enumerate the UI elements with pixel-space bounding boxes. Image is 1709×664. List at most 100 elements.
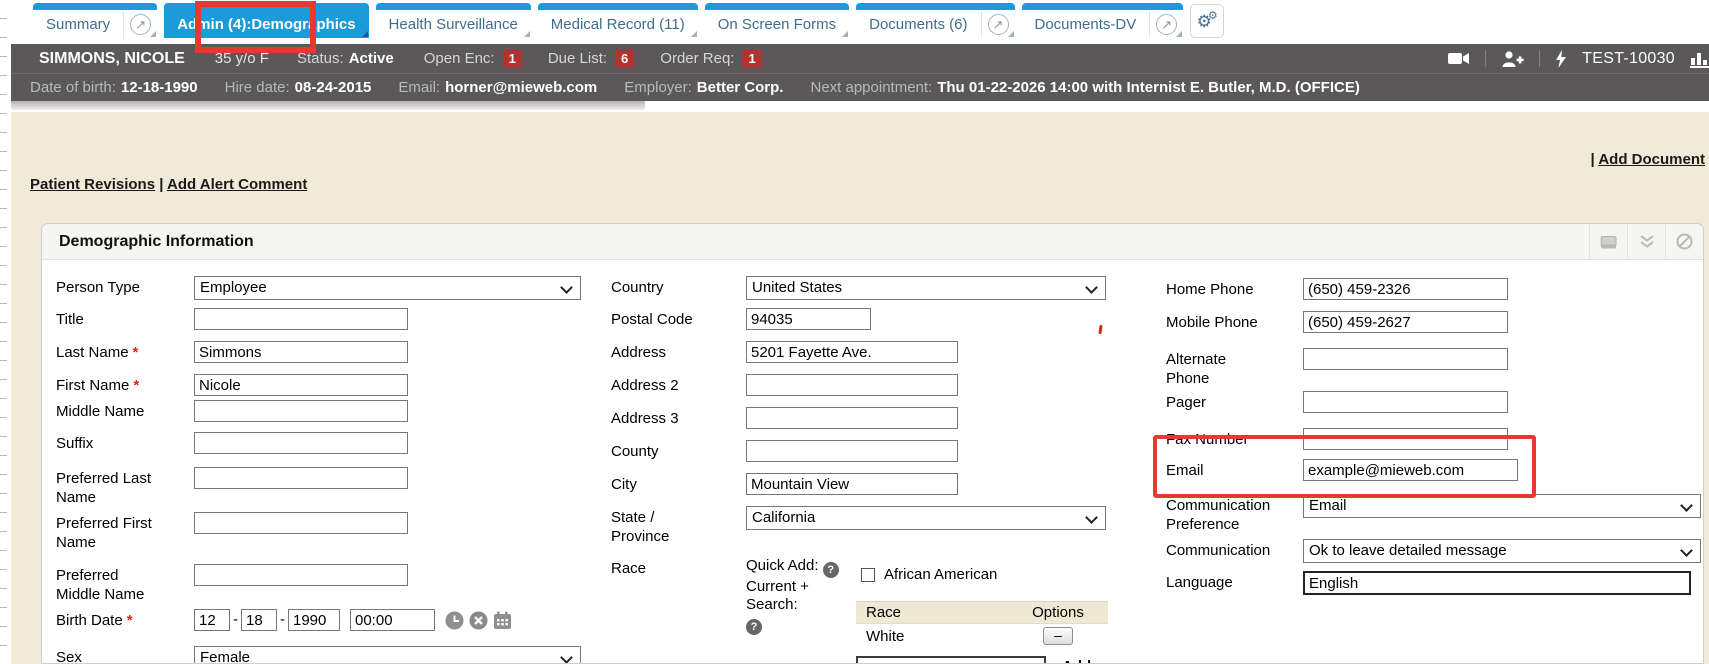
disable-icon[interactable] [1665,224,1703,259]
address2-label: Address 2 [611,374,746,395]
open-encounters-badge[interactable]: 1 [503,50,522,67]
language-label: Language [1166,571,1303,592]
add-alert-comment-link[interactable]: Add Alert Comment [167,176,307,193]
address3-row: Address 3 [611,407,958,429]
bar-chart-icon[interactable] [1690,50,1709,68]
communication-select[interactable]: Ok to leave detailed message [1303,539,1701,563]
preferred-middle-name-input[interactable] [194,564,408,586]
tab-summary[interactable]: Summary ↗ [33,3,157,38]
home-phone-row: Home Phone [1166,278,1508,300]
suffix-label: Suffix [56,432,194,453]
country-row: Country United States [611,276,1106,300]
help-icon[interactable]: ? [746,619,762,635]
email-input[interactable] [1303,459,1518,481]
chart-view-icon[interactable] [1589,224,1627,259]
popout-icon[interactable]: ↗ [988,14,1009,35]
divider [1485,50,1486,67]
popout-icon[interactable]: ↗ [130,14,151,35]
preferred-first-name-input[interactable] [194,512,408,534]
preferred-last-name-input[interactable] [194,467,408,489]
mobile-phone-input[interactable] [1303,311,1508,333]
preferred-middle-name-row: Preferred Middle Name [56,564,408,604]
last-name-row: Last Name* [56,341,408,363]
address2-input[interactable] [746,374,958,396]
tab-on-screen-forms[interactable]: On Screen Forms [705,3,849,38]
race-value: White [856,624,1008,649]
tab-documents-dv[interactable]: Documents-DV ↗ [1022,3,1184,38]
tab-summary-label: Summary [33,11,123,38]
race-current-search-label: Current + Search: [746,578,850,614]
address-input[interactable] [746,341,958,363]
communication-preference-select[interactable]: Email [1303,494,1701,518]
state-province-select[interactable]: California [746,506,1106,530]
address-row: Address [611,341,958,363]
sex-row: Sex Female [56,646,581,664]
lightning-icon[interactable] [1555,50,1567,68]
suffix-input[interactable] [194,432,408,454]
first-name-label: First Name [56,377,129,394]
sex-select[interactable]: Female [194,646,581,664]
race-column-header: Race [856,602,1008,624]
info-hire-date: Hire date:08-24-2015 [225,79,372,96]
order-req-counter[interactable]: Order Req: 1 [660,50,761,67]
african-american-checkbox[interactable] [861,568,875,582]
city-input[interactable] [746,473,958,495]
last-name-input[interactable] [194,341,408,363]
left-gutter [0,0,11,664]
due-list-counter[interactable]: Due List: 6 [548,50,634,67]
person-type-select[interactable]: Employee [194,276,581,300]
title-row: Title [56,308,408,330]
add-document-link[interactable]: Add Document [1598,151,1705,168]
address3-input[interactable] [746,407,958,429]
remove-race-button[interactable]: – [1043,627,1073,645]
clock-icon[interactable] [445,611,464,634]
collapse-icon[interactable] [1627,224,1665,259]
help-icon[interactable]: ? [823,562,839,578]
language-input[interactable] [1303,571,1691,595]
fax-number-input[interactable] [1303,428,1508,450]
title-input[interactable] [194,308,408,330]
pager-label: Pager [1166,391,1303,412]
race-table-header-row: Race Options [856,602,1108,624]
calendar-icon[interactable] [493,611,512,634]
race-search-input[interactable] [856,656,1046,664]
gear-icon: ⚙ [1208,11,1218,22]
race-add-button[interactable]: Add [1062,658,1091,664]
tab-admin-demographics[interactable]: Admin (4):Demographics [164,3,368,38]
tab-settings-button[interactable]: ⚙ ⚙ [1190,4,1224,38]
patient-revisions-link[interactable]: Patient Revisions [30,176,155,193]
panel-header: Demographic Information [42,224,1703,260]
open-encounters-counter[interactable]: Open Enc: 1 [424,50,522,67]
race-quick-add-option: African American [861,566,997,583]
birth-time-input[interactable] [350,609,435,631]
middle-name-input[interactable] [194,400,408,422]
birth-day-input[interactable] [241,609,277,631]
mobile-phone-label: Mobile Phone [1166,311,1303,332]
tab-medical-record[interactable]: Medical Record (11) [538,3,698,38]
due-list-badge[interactable]: 6 [615,50,634,67]
sex-label: Sex [56,646,194,664]
pager-input[interactable] [1303,391,1508,413]
birth-month-input[interactable] [194,609,230,631]
postal-code-input[interactable] [746,308,871,330]
clear-icon[interactable] [469,611,488,634]
country-select[interactable]: United States [746,276,1106,300]
patient-header-bar: SIMMONS, NICOLE 35 y/o F Status:Active O… [11,44,1709,73]
birth-year-input[interactable] [288,609,340,631]
first-name-input[interactable] [194,374,408,396]
order-req-badge[interactable]: 1 [742,50,761,67]
birth-date-row: Birth Date* - - [56,609,512,634]
tab-health-surveillance[interactable]: Health Surveillance [376,3,531,38]
tab-documents[interactable]: Documents (6) ↗ [856,3,1014,38]
county-input[interactable] [746,440,958,462]
alternate-phone-input[interactable] [1303,348,1508,370]
home-phone-input[interactable] [1303,278,1508,300]
popout-icon[interactable]: ↗ [1156,14,1177,35]
address3-label: Address 3 [611,407,746,428]
postal-code-label: Postal Code [611,308,746,329]
video-camera-icon[interactable] [1448,51,1470,66]
race-quick-add-label: Quick Add: [746,557,819,574]
home-phone-label: Home Phone [1166,278,1303,299]
fax-number-label: Fax Number [1166,428,1303,449]
add-person-icon[interactable] [1501,50,1524,67]
